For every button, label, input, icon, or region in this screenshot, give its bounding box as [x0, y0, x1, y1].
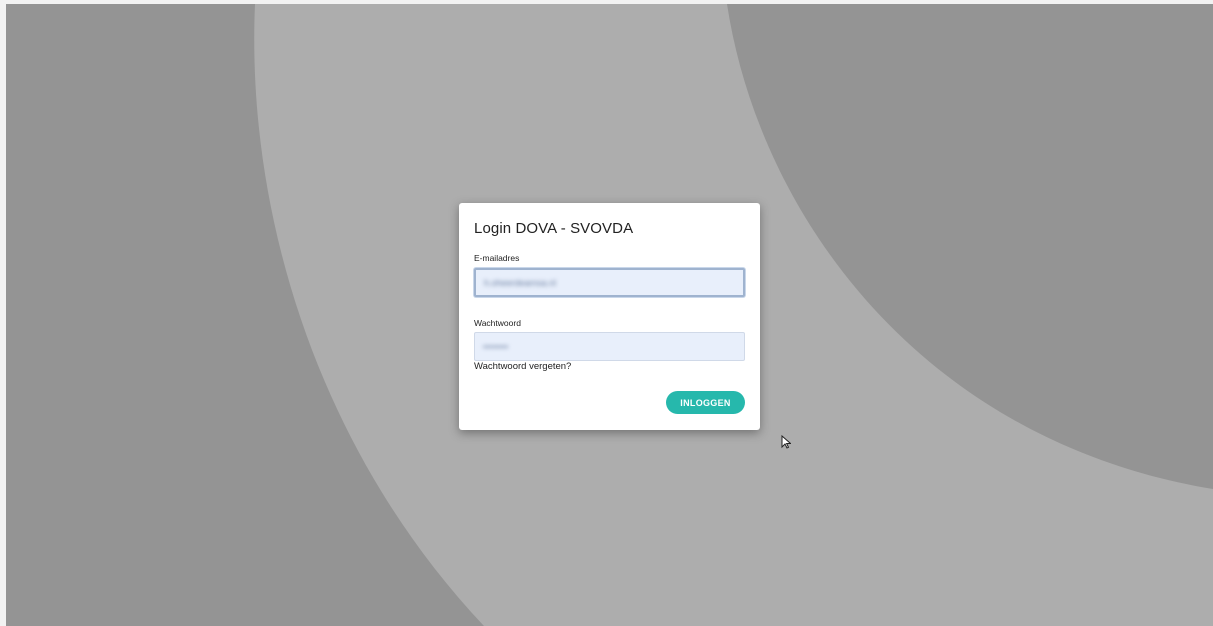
login-form: Login DOVA - SVOVDA E-mailadres h.oheerd… — [459, 203, 760, 430]
password-label: Wachtwoord — [474, 318, 521, 328]
login-button[interactable]: INLOGGEN — [666, 391, 745, 414]
forgot-password-link[interactable]: Wachtwoord vergeten? — [474, 361, 571, 372]
login-page: Login DOVA - SVOVDA E-mailadres h.oheerd… — [0, 0, 1213, 626]
email-value: h.oheerdeamsa.nl — [484, 277, 557, 288]
login-title: Login DOVA - SVOVDA — [474, 220, 634, 237]
password-field[interactable]: •••••••• — [474, 332, 745, 361]
email-field[interactable]: h.oheerdeamsa.nl — [474, 268, 745, 297]
password-value: •••••••• — [483, 341, 509, 352]
email-label: E-mailadres — [474, 253, 520, 263]
mouse-pointer-icon — [781, 435, 791, 449]
